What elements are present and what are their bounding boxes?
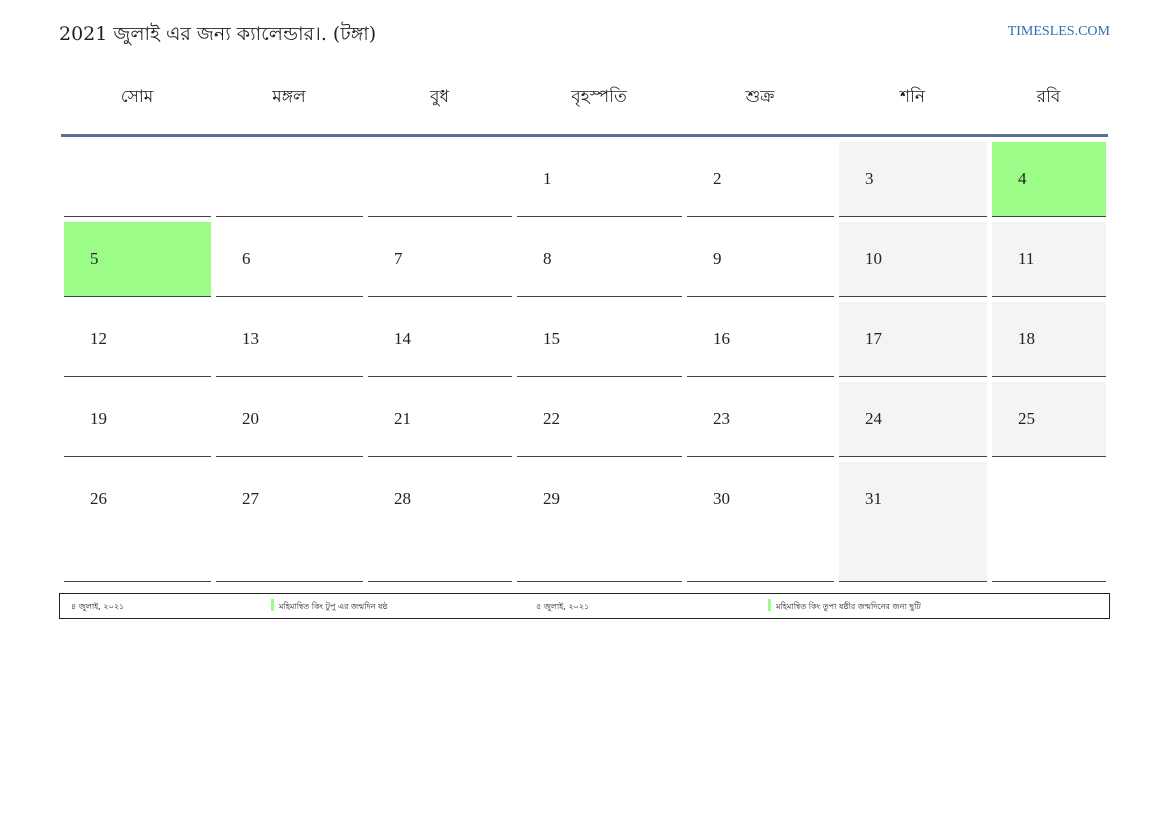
- day-cell[interactable]: 2: [687, 142, 834, 217]
- week-row: 12 13 14 15 16 17 18: [61, 297, 1108, 377]
- weekday-sun: রবি: [989, 62, 1108, 137]
- day-cell-weekend[interactable]: 11: [992, 222, 1106, 297]
- day-cell[interactable]: 12: [64, 302, 211, 377]
- day-cell[interactable]: 1: [517, 142, 682, 217]
- day-cell[interactable]: [992, 462, 1106, 582]
- day-cell-weekend[interactable]: 10: [839, 222, 987, 297]
- weekday-wed: বুধ: [365, 62, 514, 137]
- day-cell[interactable]: 13: [216, 302, 363, 377]
- holiday-date: ৪ জুলাই, ২০২১: [71, 602, 125, 611]
- day-cell[interactable]: 19: [64, 382, 211, 457]
- day-cell[interactable]: 27: [216, 462, 363, 582]
- day-cell[interactable]: [368, 142, 512, 217]
- day-cell[interactable]: 23: [687, 382, 834, 457]
- day-cell-weekend[interactable]: 25: [992, 382, 1106, 457]
- weekday-tue: মঙ্গল: [213, 62, 365, 137]
- day-cell-holiday[interactable]: 5: [64, 222, 211, 297]
- day-cell[interactable]: 15: [517, 302, 682, 377]
- day-cell-weekend[interactable]: 31: [839, 462, 987, 582]
- week-row: 1 2 3 4: [61, 137, 1108, 217]
- holiday-color-marker: [768, 599, 771, 611]
- day-cell[interactable]: 14: [368, 302, 512, 377]
- day-cell[interactable]: 28: [368, 462, 512, 582]
- holiday-date: ৫ জুলাই, ২০২১: [536, 602, 590, 611]
- day-cell[interactable]: 29: [517, 462, 682, 582]
- weekday-thu: বৃহস্পতি: [514, 62, 684, 137]
- day-cell[interactable]: 9: [687, 222, 834, 297]
- holiday-color-marker: [271, 599, 274, 611]
- weekday-header-row: সোম মঙ্গল বুধ বৃহস্পতি শুক্র শনি রবি: [61, 62, 1108, 137]
- day-cell[interactable]: 22: [517, 382, 682, 457]
- day-cell[interactable]: 8: [517, 222, 682, 297]
- day-cell-weekend[interactable]: 17: [839, 302, 987, 377]
- day-cell[interactable]: 16: [687, 302, 834, 377]
- calendar-grid: সোম মঙ্গল বুধ বৃহস্পতি শুক্র শনি রবি 1 2…: [61, 62, 1108, 582]
- holiday-name: মহিমান্বিত কিং তুপা ষষ্ঠীর জন্মদিনের জন্…: [776, 602, 921, 611]
- day-cell[interactable]: 20: [216, 382, 363, 457]
- day-cell-holiday[interactable]: 4: [992, 142, 1106, 217]
- page-title: 2021 জুলাই এর জন্য ক্যালেন্ডার।. (টঙ্গা): [59, 23, 377, 45]
- week-row: 5 6 7 8 9 10 11: [61, 217, 1108, 297]
- day-cell-weekend[interactable]: 3: [839, 142, 987, 217]
- day-cell[interactable]: 7: [368, 222, 512, 297]
- week-row: 26 27 28 29 30 31: [61, 457, 1108, 582]
- holiday-name: মহিমান্বিত কিং টুপু এর জন্মদিন ষষ্ঠ: [279, 602, 388, 611]
- day-cell[interactable]: [64, 142, 211, 217]
- weekday-fri: শুক্র: [684, 62, 836, 137]
- weekday-sat: শনি: [836, 62, 989, 137]
- holiday-legend: ৪ জুলাই, ২০২১ মহিমান্বিত কিং টুপু এর জন্…: [59, 593, 1110, 619]
- day-cell-weekend[interactable]: 24: [839, 382, 987, 457]
- weekday-mon: সোম: [61, 62, 213, 137]
- day-cell[interactable]: 6: [216, 222, 363, 297]
- week-row: 19 20 21 22 23 24 25: [61, 377, 1108, 457]
- day-cell[interactable]: [216, 142, 363, 217]
- day-cell[interactable]: 26: [64, 462, 211, 582]
- day-cell[interactable]: 30: [687, 462, 834, 582]
- day-cell-weekend[interactable]: 18: [992, 302, 1106, 377]
- site-link[interactable]: TIMESLES.COM: [1008, 24, 1110, 40]
- day-cell[interactable]: 21: [368, 382, 512, 457]
